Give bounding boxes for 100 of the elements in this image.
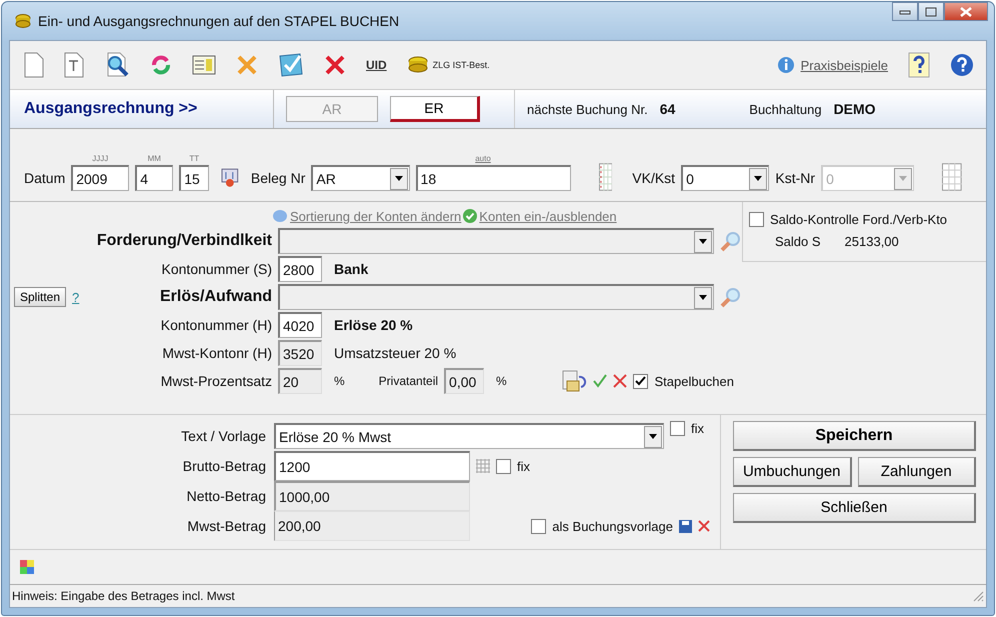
- help-document-icon[interactable]: [908, 52, 930, 78]
- balance-label: Saldo S: [775, 234, 821, 249]
- dropdown-icon: [394, 176, 403, 181]
- coins-icon: [14, 13, 32, 29]
- percent-unit: %: [496, 374, 507, 388]
- field-label: Text / Vorlage: [180, 428, 266, 444]
- date-label: Datum: [24, 169, 66, 188]
- auto-hint: auto: [475, 153, 491, 165]
- checkbox[interactable]: [749, 212, 764, 227]
- year-hint: JJJJ: [92, 153, 108, 165]
- receipt-number-label: Beleg Nr: [250, 169, 306, 188]
- receipt-prefix-combo[interactable]: AR: [311, 165, 410, 191]
- vat-amount-field[interactable]: 200,00: [274, 511, 470, 541]
- minimize-button[interactable]: [892, 2, 918, 21]
- tick-icon: [635, 376, 646, 386]
- help-icon[interactable]: [950, 53, 974, 77]
- close-button[interactable]: [944, 2, 988, 21]
- maximize-icon: [925, 6, 937, 16]
- vat-rate-field[interactable]: 20: [278, 368, 322, 394]
- delete-icon[interactable]: [324, 54, 346, 76]
- checkbox[interactable]: [670, 421, 685, 436]
- company-name: DEMO: [834, 101, 876, 117]
- refresh-icon[interactable]: [150, 54, 172, 76]
- sort-icon: [272, 209, 288, 223]
- dropdown-icon: [699, 239, 707, 244]
- minimize-icon: [899, 8, 911, 14]
- account-number-field[interactable]: 2800: [278, 256, 322, 282]
- checkbox[interactable]: [633, 374, 648, 388]
- account-combo[interactable]: [278, 284, 714, 310]
- day-field[interactable]: 15: [179, 165, 210, 191]
- booking-template-checkbox[interactable]: als Buchungsvorlage: [531, 518, 673, 534]
- payments-button[interactable]: Zahlungen: [858, 457, 976, 487]
- account-name: Bank: [334, 261, 368, 277]
- net-amount-field[interactable]: 1000,00: [274, 481, 470, 511]
- table-edit-icon[interactable]: [192, 55, 216, 75]
- checkbox[interactable]: [531, 518, 546, 534]
- checkbox-icon[interactable]: [278, 52, 304, 78]
- gross-fix-checkbox[interactable]: fix: [496, 458, 530, 474]
- field-label: Mwst-Prozentsatz: [160, 373, 272, 389]
- toggle-accounts-link[interactable]: Konten ein-/ausblenden: [479, 208, 617, 224]
- batch-booking-checkbox[interactable]: Stapelbuchen: [633, 374, 734, 388]
- examples-link[interactable]: Praxisbeispiele: [800, 58, 888, 72]
- cost-number-label: Kst-Nr: [775, 169, 816, 188]
- field-label: Kontonummer (H): [160, 317, 272, 333]
- zlg-button[interactable]: ZLG IST-Best.: [432, 60, 490, 70]
- checkbox[interactable]: [496, 458, 511, 474]
- field-label: Brutto-Betrag: [182, 458, 266, 474]
- text-template-combo[interactable]: Erlöse 20 % Mwst: [274, 423, 664, 449]
- account-number-field[interactable]: 4020: [278, 312, 322, 338]
- maximize-button[interactable]: [918, 2, 944, 21]
- cancel-icon[interactable]: [613, 374, 628, 388]
- dropdown-icon: [649, 434, 657, 439]
- gross-amount-field[interactable]: 1200: [274, 451, 470, 481]
- field-label: Mwst-Betrag: [186, 518, 266, 534]
- save-icon[interactable]: [679, 520, 692, 532]
- info-icon: [776, 56, 795, 74]
- status-text: Hinweis: Eingabe des Betrages incl. Mwst: [12, 589, 235, 603]
- field-label: Forderung/Verbindlkeit: [96, 232, 272, 250]
- balance-value: 25133,00: [844, 234, 899, 249]
- table-icon[interactable]: [598, 163, 612, 191]
- table-icon[interactable]: [942, 163, 962, 191]
- uid-button[interactable]: UID: [366, 58, 387, 72]
- text-fix-checkbox[interactable]: fix: [670, 421, 704, 436]
- private-share-field[interactable]: 0,00: [444, 368, 484, 394]
- new-document-icon[interactable]: [24, 52, 44, 78]
- month-field[interactable]: 4: [135, 165, 174, 191]
- next-booking-label: nächste Buchung Nr.: [514, 90, 648, 128]
- balance-check-checkbox[interactable]: Saldo-Kontrolle Ford./Verb-Kto: [749, 212, 980, 227]
- close-icon: [960, 6, 972, 16]
- resize-grip-icon[interactable]: [972, 590, 984, 602]
- documents-icon[interactable]: [561, 369, 588, 393]
- delete-icon[interactable]: [698, 520, 710, 532]
- field-label: Mwst-Kontonr (H): [162, 345, 272, 361]
- save-button[interactable]: Speichern: [733, 421, 976, 451]
- account-combo[interactable]: [278, 228, 714, 254]
- check-icon: [463, 209, 478, 223]
- split-button[interactable]: Splitten: [14, 287, 66, 307]
- receipt-number-field[interactable]: 18: [416, 165, 571, 191]
- field-label: Erlös/Aufwand: [160, 288, 272, 306]
- check-icon[interactable]: [593, 374, 608, 388]
- dropdown-icon: [754, 176, 762, 181]
- split-help-link[interactable]: ?: [72, 290, 80, 304]
- day-hint: TT: [189, 153, 200, 165]
- month-hint: MM: [148, 153, 161, 165]
- account-number-field[interactable]: 3520: [278, 340, 322, 366]
- account-name: Erlöse 20 %: [334, 317, 413, 333]
- section-title: Ausgangsrechnung >>: [10, 90, 274, 128]
- next-booking-number: 64: [660, 101, 676, 117]
- mode-tab[interactable]: ER: [390, 96, 480, 122]
- window-title: Ein- und Ausgangsrechnungen auf den STAPEL BUCHEN: [38, 13, 400, 29]
- calendar-icon[interactable]: [221, 168, 239, 188]
- year-field[interactable]: 2009: [71, 165, 130, 191]
- cost-center-combo[interactable]: 0: [681, 165, 770, 191]
- close-dialog-button[interactable]: Schließen: [733, 493, 976, 523]
- text-document-icon[interactable]: [64, 52, 84, 78]
- cost-center-label: VK/Kst: [632, 169, 676, 188]
- field-label: Kontonummer (S): [162, 261, 272, 277]
- sort-accounts-link[interactable]: Sortierung der Konten ändern: [290, 208, 462, 224]
- rebooking-button[interactable]: Umbuchungen: [733, 457, 852, 487]
- color-squares-icon[interactable]: [20, 560, 34, 574]
